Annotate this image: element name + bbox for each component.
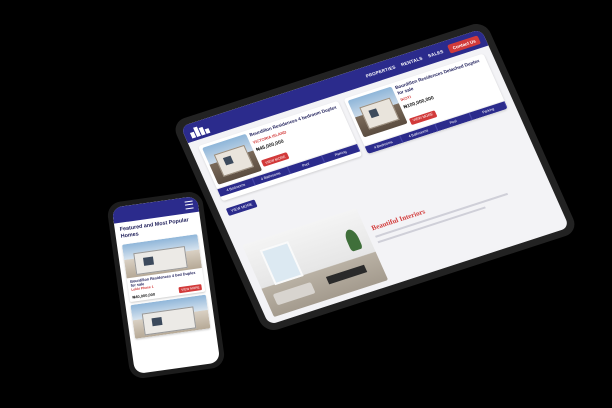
property-card[interactable]: Bourdillon Residences 4 bed Duplex for s… (121, 234, 206, 303)
interior-photo (242, 208, 389, 318)
interior-text: Beautiful Interiors (362, 153, 559, 278)
phone-device: Featured and Most Popular Homes Bourdill… (106, 190, 226, 380)
property-price: ₦40,000,000 (131, 291, 156, 300)
view-more-button[interactable]: VIEW MORE (260, 152, 290, 167)
text-line (375, 192, 509, 238)
tablet-screen: PROPERTIES RENTALS SALES Contact Us Bour… (180, 28, 570, 326)
hamburger-menu-icon[interactable] (184, 200, 194, 210)
phone-screen: Featured and Most Popular Homes Bourdill… (111, 195, 221, 375)
more-listings-button[interactable]: VIEW MORE (225, 199, 258, 217)
property-card[interactable] (130, 294, 211, 339)
view-more-button[interactable]: VIEW MORE (178, 284, 203, 294)
nav-item-rentals[interactable]: RENTALS (400, 55, 423, 66)
interior-title: Beautiful Interiors (370, 207, 427, 233)
device-mockup-scene: PROPERTIES RENTALS SALES Contact Us Bour… (0, 0, 612, 408)
nav-item-sales[interactable]: SALES (427, 48, 444, 58)
tablet-device: PROPERTIES RENTALS SALES Contact Us Bour… (171, 20, 579, 334)
property-photo[interactable] (130, 294, 211, 339)
